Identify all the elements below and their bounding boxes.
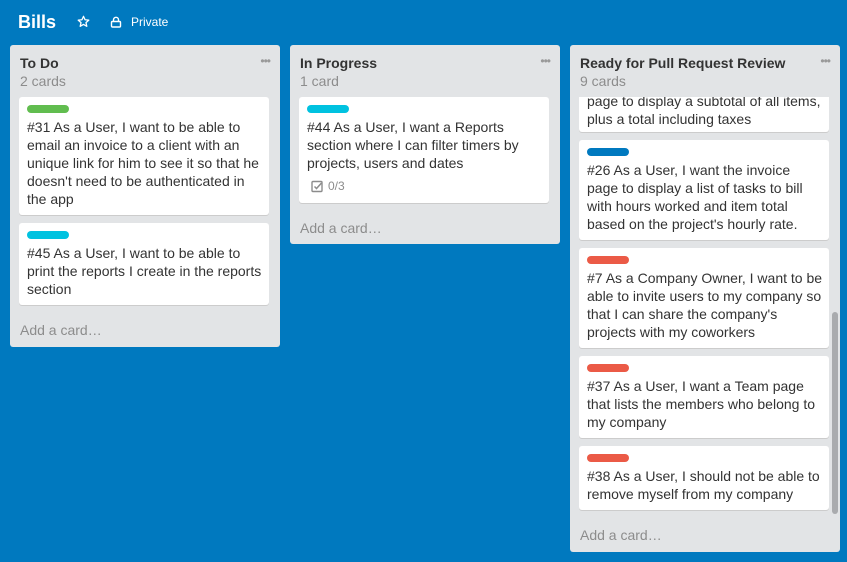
card-title: #37 As a User, I want a Team page that l… (587, 378, 816, 430)
ellipsis-icon[interactable]: ••• (540, 55, 551, 67)
star-icon[interactable] (75, 13, 91, 29)
list-ready-for-review: Ready for Pull Request Review 9 cards ••… (570, 45, 840, 552)
card[interactable]: #44 As a User, I want a Reports section … (299, 97, 549, 203)
card-label (27, 105, 69, 113)
card[interactable]: #7 As a Company Owner, I want to be able… (579, 248, 829, 348)
checkbox-icon (311, 180, 323, 192)
lock-icon (110, 16, 122, 28)
card-label (587, 148, 629, 156)
card[interactable]: #31 As a User, I want to be able to emai… (19, 97, 269, 215)
card[interactable]: page to display a subtotal of all items,… (579, 97, 829, 132)
card-title: #26 As a User, I want the invoice page t… (587, 162, 803, 232)
list-card-count: 2 cards (20, 73, 66, 89)
card[interactable]: #38 As a User, I should not be able to r… (579, 446, 829, 510)
card-title: #31 As a User, I want to be able to emai… (27, 119, 259, 207)
list-to-do: To Do 2 cards ••• #31 As a User, I want … (10, 45, 280, 347)
card[interactable]: #37 As a User, I want a Team page that l… (579, 356, 829, 438)
list-title[interactable]: To Do (20, 55, 59, 71)
list-in-progress: In Progress 1 card ••• #44 As a User, I … (290, 45, 560, 244)
card-title: #44 As a User, I want a Reports section … (307, 119, 519, 171)
card-title: #45 As a User, I want to be able to prin… (27, 245, 262, 297)
ellipsis-icon[interactable]: ••• (820, 55, 831, 67)
scrollbar-thumb[interactable] (832, 312, 838, 514)
card-label (587, 256, 629, 264)
card-label (587, 364, 629, 372)
list-title[interactable]: Ready for Pull Request Review (580, 55, 785, 71)
list-title[interactable]: In Progress (300, 55, 377, 71)
add-card-button[interactable]: Add a card… (20, 321, 102, 339)
card[interactable]: #45 As a User, I want to be able to prin… (19, 223, 269, 305)
checklist-badge: 0/3 (311, 179, 345, 193)
card-title: #7 As a Company Owner, I want to be able… (587, 270, 823, 340)
card-label (587, 454, 629, 462)
add-card-button[interactable]: Add a card… (300, 219, 382, 237)
card[interactable]: #26 As a User, I want the invoice page t… (579, 140, 829, 240)
privacy-label: Private (131, 15, 169, 29)
list-card-count: 9 cards (580, 73, 626, 89)
card-title: page to display a subtotal of all items,… (587, 97, 821, 127)
privacy-button[interactable]: Private (110, 13, 168, 31)
checklist-count: 0/3 (328, 179, 345, 193)
add-card-button[interactable]: Add a card… (580, 526, 662, 544)
board-header: Bills Private (0, 0, 847, 44)
ellipsis-icon[interactable]: ••• (260, 55, 271, 67)
card-title: #38 As a User, I should not be able to r… (587, 468, 820, 502)
card-list-scroll-area[interactable]: page to display a subtotal of all items,… (570, 97, 840, 520)
card-label (27, 231, 69, 239)
list-card-count: 1 card (300, 73, 339, 89)
card-label (307, 105, 349, 113)
board-title[interactable]: Bills (18, 11, 56, 33)
